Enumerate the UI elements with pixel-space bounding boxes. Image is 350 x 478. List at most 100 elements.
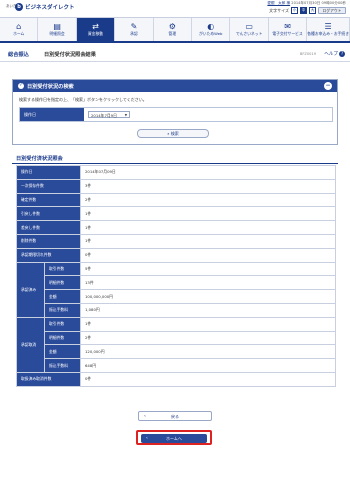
table-row: 承認済み 取引件数 5件 bbox=[16, 261, 336, 318]
nav-label: 明細照会 bbox=[49, 31, 65, 36]
row-value: 2014年07月09日 bbox=[80, 165, 336, 180]
table-row: 明細件数 2件 bbox=[17, 330, 336, 346]
operation-date-value: 2014年7月9日 bbox=[91, 113, 117, 118]
nav-approval[interactable]: ✎ 承認 bbox=[115, 18, 154, 41]
search-panel-icon: ✓ bbox=[18, 83, 24, 89]
row-value: 0件 bbox=[80, 247, 336, 263]
row-value: 2件 bbox=[80, 330, 336, 346]
row-header: 金額 bbox=[44, 344, 81, 360]
table-row: 削除件数 1件 bbox=[16, 233, 336, 249]
chevron-down-icon: ▼ bbox=[124, 113, 127, 117]
result-title: 日別受付済状況照会 bbox=[16, 156, 63, 162]
row-header: 取扱済み取消件数 bbox=[16, 371, 81, 387]
row-header: 明細件数 bbox=[44, 275, 81, 291]
user-info: 愛銀 太郎 様 2014年07月30日 09時00分00秒 bbox=[267, 1, 346, 6]
table-row: 差戻し件数 1件 bbox=[16, 220, 336, 235]
result-table: 操作日 2014年07月09日 一次保存件数 3件 確定件数 2件 引戻し件数 … bbox=[16, 165, 336, 387]
row-header: 削除件数 bbox=[16, 233, 81, 249]
row-value: 5件 bbox=[80, 261, 336, 277]
search-icon: ⌕ bbox=[167, 131, 170, 136]
search-button[interactable]: ⌕ 検索 bbox=[137, 129, 209, 138]
nav-e-delivery[interactable]: ✉ 電子交付サービス bbox=[269, 18, 308, 41]
search-panel: ✓ 日別受付状況の検索 − 検索する操作日を指定の上、「検索」ボタンをクリックし… bbox=[12, 79, 338, 145]
table-row: 確定件数 2件 bbox=[16, 192, 336, 208]
collapse-icon[interactable]: − bbox=[324, 82, 332, 90]
nav-statement[interactable]: ▤ 明細照会 bbox=[38, 18, 77, 41]
row-value: 0件 bbox=[80, 371, 336, 387]
nav-admin[interactable]: ⚙ 管理 bbox=[154, 18, 193, 41]
table-row: 振込手数料 648円 bbox=[17, 358, 336, 373]
help-link[interactable]: ヘルプ bbox=[324, 51, 338, 57]
row-value: 1件 bbox=[80, 206, 336, 222]
table-row: 引戻し件数 1件 bbox=[16, 206, 336, 222]
row-header: 確定件数 bbox=[16, 192, 81, 208]
search-description: 検索する操作日を指定の上、「検索」ボタンをクリックしてください。 bbox=[19, 97, 147, 102]
row-header: 承認期限切れ件数 bbox=[16, 247, 81, 263]
row-value: 1件 bbox=[80, 220, 336, 235]
nav-transfer[interactable]: ⇄ 資金移動 bbox=[76, 18, 116, 41]
row-value: 1,080円 bbox=[80, 302, 336, 318]
search-panel-title: 日別受付状況の検索 bbox=[27, 84, 74, 90]
nav-label: 各種お申込み・お手続き bbox=[307, 31, 350, 36]
font-size-label: 文字サイズ bbox=[269, 7, 289, 13]
row-value: 1件 bbox=[80, 316, 336, 332]
back-button-label: 戻る bbox=[171, 414, 179, 419]
logo-circle-icon: b bbox=[15, 3, 23, 11]
nav-label: 資金移動 bbox=[87, 31, 104, 36]
nav-label: でんさいネット bbox=[235, 31, 263, 36]
global-navigation: ⌂ ホーム ▤ 明細照会 ⇄ 資金移動 ✎ 承認 ⚙ 管理 ◐ がいためWeb … bbox=[0, 17, 350, 43]
last-login-time: 2014年07月30日 09時00分00秒 bbox=[291, 1, 346, 5]
screen-id: BFZ0019 bbox=[299, 52, 316, 56]
nav-home[interactable]: ⌂ ホーム bbox=[0, 18, 39, 41]
nav-label: ホーム bbox=[13, 31, 25, 36]
nav-densai[interactable]: ▭ でんさいネット bbox=[230, 18, 269, 41]
row-header: 振込手数料 bbox=[44, 358, 81, 373]
operation-date-row: 操作日 2014年7月9日 ▼ bbox=[19, 107, 333, 122]
row-header: 取引件数 bbox=[44, 316, 81, 332]
result-divider bbox=[12, 163, 338, 164]
row-header: 明細件数 bbox=[44, 330, 81, 346]
table-row: 金額 120,000円 bbox=[17, 344, 336, 360]
nav-label: 承認 bbox=[130, 31, 138, 36]
table-row: 操作日 2014年07月09日 bbox=[16, 165, 336, 180]
logo-text: ビジネスダイレクト bbox=[25, 5, 75, 11]
user-name-link[interactable]: 愛銀 太郎 様 bbox=[267, 1, 290, 5]
row-header: 取引件数 bbox=[44, 261, 81, 277]
font-size-large-button[interactable]: 大 bbox=[309, 7, 316, 14]
page-title: 日別受付状況照会結果 bbox=[44, 52, 96, 58]
table-row: 一次保存件数 3件 bbox=[16, 178, 336, 194]
table-row: 承認取消 取引件数 1件 bbox=[16, 316, 336, 373]
table-row: 振込手数料 1,080円 bbox=[17, 302, 336, 318]
nav-label: がいためWeb bbox=[199, 31, 223, 36]
row-group-header: 承認済み bbox=[16, 261, 45, 318]
header-controls: 文字サイズ 小 中 大 ログアウト bbox=[269, 7, 346, 14]
help-icon[interactable]: ? bbox=[339, 51, 345, 57]
page-header: 総合振込 日別受付状況照会結果 BFZ0019 ヘルプ ? bbox=[0, 46, 350, 62]
home-button-label: ホームへ bbox=[166, 436, 182, 441]
operation-date-label: 操作日 bbox=[20, 108, 84, 121]
table-row: 明細件数 13件 bbox=[17, 275, 336, 291]
business-direct-logo[interactable]: b ビジネスダイレクト bbox=[15, 3, 75, 11]
logout-button[interactable]: ログアウト bbox=[318, 7, 346, 14]
row-value: 3件 bbox=[80, 178, 336, 194]
home-button[interactable]: ‹ ホームへ bbox=[141, 434, 207, 443]
nav-label: 電子交付サービス bbox=[272, 31, 303, 36]
font-size-small-button[interactable]: 小 bbox=[291, 7, 298, 14]
row-value: 648円 bbox=[80, 358, 336, 373]
row-header: 操作日 bbox=[16, 165, 81, 180]
table-row: 取扱済み取消件数 0件 bbox=[16, 371, 336, 387]
back-button[interactable]: ‹ 戻る bbox=[138, 411, 212, 421]
operation-date-select[interactable]: 2014年7月9日 ▼ bbox=[88, 111, 130, 118]
row-value: 120,000円 bbox=[80, 344, 336, 360]
row-header: 一次保存件数 bbox=[16, 178, 81, 194]
font-size-medium-button[interactable]: 中 bbox=[300, 7, 307, 14]
row-value: 13件 bbox=[80, 275, 336, 291]
row-header: 引戻し件数 bbox=[16, 206, 81, 222]
row-header: 差戻し件数 bbox=[16, 220, 81, 235]
row-group-header: 承認取消 bbox=[16, 316, 45, 373]
search-panel-header[interactable]: ✓ 日別受付状況の検索 − bbox=[13, 80, 337, 92]
nav-gaitame-web[interactable]: ◐ がいためWeb bbox=[192, 18, 231, 41]
search-button-label: 検索 bbox=[170, 131, 179, 136]
nav-applications[interactable]: ☰ 各種お申込み・お手続き bbox=[307, 18, 350, 41]
row-value: 1件 bbox=[80, 233, 336, 249]
